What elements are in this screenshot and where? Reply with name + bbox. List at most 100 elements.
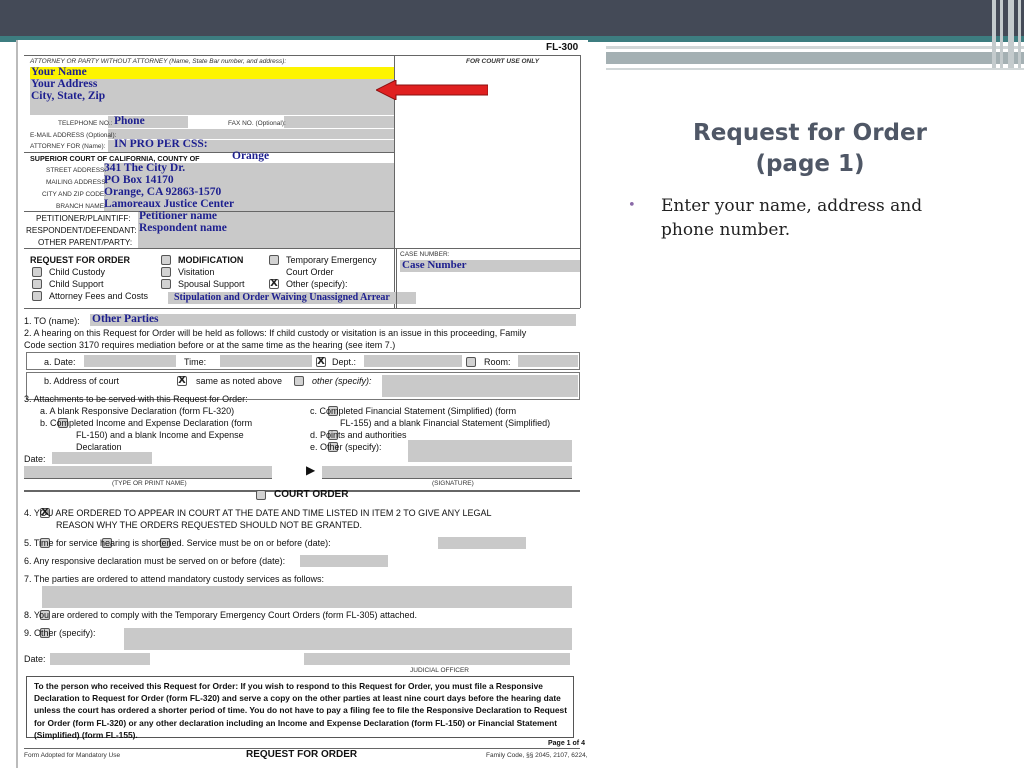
branch-label: BRANCH NAME: <box>56 203 106 210</box>
phone-field[interactable]: Phone <box>114 115 145 127</box>
child-custody-checkbox[interactable] <box>32 267 42 277</box>
item5-date-field[interactable] <box>438 537 526 549</box>
room-field[interactable] <box>518 355 578 367</box>
field-shade <box>284 116 394 128</box>
decor-bar <box>606 52 1024 64</box>
form-number: FL-300 <box>546 42 579 53</box>
attorney-fees-checkbox[interactable] <box>32 291 42 301</box>
court-order-checkbox[interactable] <box>256 490 266 500</box>
branch-field[interactable]: Lamoreaux Justice Center <box>104 198 234 210</box>
decor-stripe <box>1018 0 1021 68</box>
petitioner-label: PETITIONER/PLAINTIFF: <box>36 214 131 223</box>
respondent-field[interactable]: Respondent name <box>139 222 227 234</box>
item8-text: 8. You are ordered to comply with the Te… <box>24 610 418 620</box>
item7-field[interactable] <box>42 586 572 608</box>
same-as-label: same as noted above <box>196 376 283 386</box>
judicial-officer-label: JUDICIAL OFFICER <box>410 667 469 674</box>
city-zip-field[interactable]: Orange, CA 92863-1570 <box>104 186 221 198</box>
other-address-label: other (specify): <box>312 376 372 386</box>
date-judge-field[interactable] <box>50 653 150 665</box>
item2-text: 2. A hearing on this Request for Order w… <box>24 328 527 338</box>
dept-label: Dept.: <box>332 357 357 367</box>
bullet-item: • Enter your name, address and phone numb… <box>628 194 968 242</box>
request-for-order-form: FL-300 ATTORNEY OR PARTY WITHOUT ATTORNE… <box>16 40 588 768</box>
item9-field[interactable] <box>124 628 572 650</box>
time-field[interactable] <box>220 355 312 367</box>
rule <box>24 152 394 153</box>
request-title: REQUEST FOR ORDER <box>30 255 131 265</box>
item3e-field[interactable] <box>408 440 572 462</box>
slide-title: Request for Order (page 1) <box>660 118 960 180</box>
decor-stripe <box>992 0 996 68</box>
dept-field[interactable] <box>364 355 462 367</box>
date-sign-field[interactable] <box>52 452 152 464</box>
fax-label: FAX NO. (Optional): <box>228 120 286 127</box>
other-address-field[interactable] <box>382 375 578 397</box>
item9-text: 9. Other (specify): <box>24 628 96 638</box>
temp-emergency-label: Court Order <box>286 267 334 277</box>
bullet-dot-icon: • <box>628 198 636 213</box>
notice-text: To the person who received this Request … <box>34 681 567 740</box>
same-as-checkbox[interactable]: X <box>177 376 187 386</box>
page-label: Page 1 of 4 <box>548 740 585 747</box>
attorney-for-label: ATTORNEY FOR (Name): <box>30 143 106 150</box>
item3b-text: Declaration <box>76 442 122 452</box>
child-support-checkbox[interactable] <box>32 279 42 289</box>
other-parent-label: OTHER PARENT/PARTY: <box>38 238 133 247</box>
item2-text: Code section 3170 requires mediation bef… <box>24 340 396 350</box>
room-label: Room: <box>484 357 511 367</box>
other-request-field[interactable]: Stipulation and Order Waiving Unassigned… <box>174 292 390 303</box>
item3-text: 3. Attachments to be served with this Re… <box>24 394 248 404</box>
city-zip-label: CITY AND ZIP CODE: <box>42 191 107 198</box>
judicial-officer-field[interactable] <box>304 653 570 665</box>
date-label: a. Date: <box>44 357 76 367</box>
item3c-text: FL-155) and a blank Financial Statement … <box>340 418 551 428</box>
other-checkbox[interactable]: X <box>269 279 279 289</box>
arrow-right-icon: ▶ <box>306 463 316 477</box>
petitioner-field[interactable]: Petitioner name <box>139 210 217 222</box>
street-field[interactable]: 341 The City Dr. <box>104 162 185 174</box>
signature-label: (SIGNATURE) <box>432 480 474 487</box>
decor-stripe <box>1008 0 1014 68</box>
other-address-checkbox[interactable] <box>294 376 304 386</box>
case-number-field[interactable]: Case Number <box>402 259 466 271</box>
city-state-zip-field[interactable]: City, State, Zip <box>31 90 105 102</box>
modification-checkbox[interactable] <box>161 255 171 265</box>
telephone-label: TELEPHONE NO.: <box>58 120 113 127</box>
decor-stripe <box>1000 0 1003 68</box>
bullet-list: • Enter your name, address and phone numb… <box>628 194 968 242</box>
room-checkbox[interactable] <box>466 357 476 367</box>
rule <box>580 55 581 308</box>
your-name-field[interactable]: Your Name <box>31 66 87 78</box>
print-name-field[interactable] <box>24 466 272 478</box>
court-use-label: FOR COURT USE ONLY <box>466 58 540 65</box>
item1-name-field[interactable]: Other Parties <box>92 313 159 325</box>
item3a-text: a. A blank Responsive Declaration (form … <box>40 406 235 416</box>
mailing-field[interactable]: PO Box 14170 <box>104 174 174 186</box>
slide-title-line: (page 1) <box>755 151 865 177</box>
email-label: E-MAIL ADDRESS (Optional): <box>30 132 117 139</box>
item7-text: 7. The parties are ordered to attend man… <box>24 574 324 584</box>
code-ref: Family Code, §§ 2045, 2107, 6224, <box>486 752 588 759</box>
spousal-support-label: Spousal Support <box>178 279 245 289</box>
rule <box>24 248 580 249</box>
item5-text: 5. Time for service hearing is shortened… <box>24 538 331 548</box>
date-field[interactable] <box>84 355 176 367</box>
your-address-field[interactable]: Your Address <box>31 78 97 90</box>
signature-field[interactable] <box>322 466 572 478</box>
visitation-label: Visitation <box>178 267 215 277</box>
child-custody-label: Child Custody <box>49 267 106 277</box>
temp-emergency-checkbox[interactable] <box>269 255 279 265</box>
attorney-fees-label: Attorney Fees and Costs <box>49 291 149 301</box>
rule <box>396 248 397 308</box>
visitation-checkbox[interactable] <box>161 267 171 277</box>
attorney-for-field[interactable]: IN PRO PER CSS: <box>114 138 208 150</box>
item6-date-field[interactable] <box>300 555 388 567</box>
county-field[interactable]: Orange <box>232 150 269 162</box>
temp-emergency-label: Temporary Emergency <box>286 255 377 265</box>
spousal-support-checkbox[interactable] <box>161 279 171 289</box>
adopted-label: Form Adopted for Mandatory Use <box>24 752 121 759</box>
street-label: STREET ADDRESS: <box>46 167 107 174</box>
child-support-label: Child Support <box>49 279 104 289</box>
dept-checkbox[interactable]: X <box>316 357 326 367</box>
